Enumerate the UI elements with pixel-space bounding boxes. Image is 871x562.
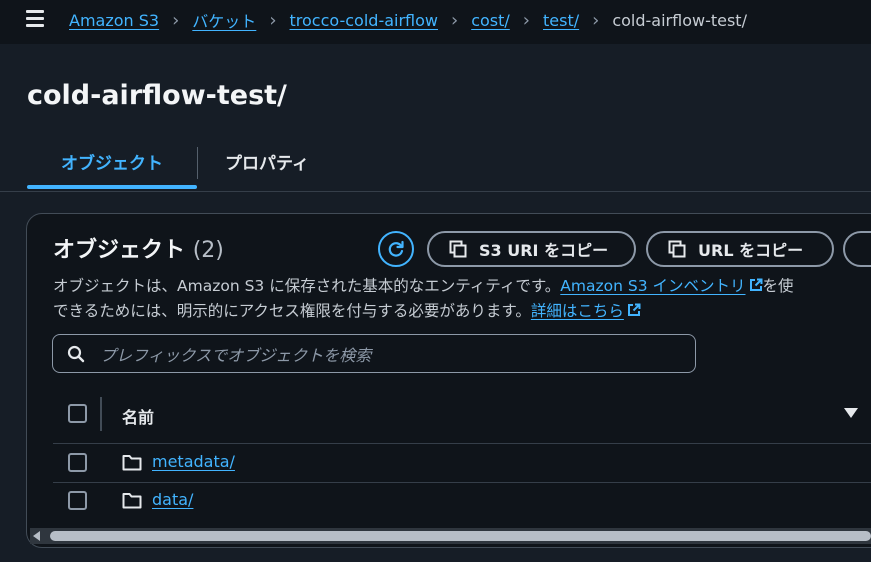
- breadcrumb-item-amazon-s3[interactable]: Amazon S3: [69, 11, 159, 30]
- menu-icon[interactable]: [26, 10, 44, 27]
- external-link-icon: [749, 278, 762, 291]
- row-divider: [53, 443, 871, 444]
- chevron-right-icon: ›: [269, 9, 277, 31]
- object-link-metadata[interactable]: metadata/: [152, 452, 235, 471]
- tab-bar: オブジェクト プロパティ: [27, 145, 871, 191]
- column-header-name[interactable]: 名前: [122, 404, 154, 428]
- row-checkbox[interactable]: [68, 491, 87, 510]
- copy-s3-uri-label: S3 URI をコピー: [479, 241, 609, 260]
- more-actions-button[interactable]: [843, 231, 871, 267]
- learn-more-label: 詳細はこちら: [530, 302, 624, 320]
- description-line2: できるためには、明示的にアクセス権限を付与する必要があります。: [53, 302, 531, 320]
- objects-panel-title: オブジェクト (2): [53, 232, 224, 264]
- tab-underline: [0, 191, 871, 192]
- select-all-checkbox[interactable]: [68, 404, 87, 423]
- sort-down-icon[interactable]: [844, 408, 858, 418]
- description-line1: オブジェクトは、Amazon S3 に保存された基本的なエンティティです。: [53, 277, 561, 295]
- objects-description: オブジェクトは、Amazon S3 に保存された基本的なエンティティです。Ama…: [53, 274, 794, 324]
- breadcrumb-item-buckets[interactable]: バケット: [192, 8, 256, 32]
- scrollbar-thumb[interactable]: [50, 531, 871, 541]
- folder-icon: [122, 493, 142, 509]
- chevron-right-icon: ›: [522, 9, 530, 31]
- row-checkbox[interactable]: [68, 453, 87, 472]
- copy-url-button[interactable]: URL をコピー: [646, 231, 834, 267]
- breadcrumb-item-test[interactable]: test/: [543, 11, 579, 30]
- external-link-icon: [627, 303, 641, 316]
- refresh-icon: [388, 240, 404, 257]
- page-title: cold-airflow-test/: [27, 80, 287, 111]
- refresh-button[interactable]: [378, 231, 414, 267]
- description-line1-suffix: を使: [762, 277, 794, 295]
- breadcrumb: Amazon S3 › バケット › trocco-cold-airflow ›…: [69, 8, 747, 32]
- breadcrumb-current: cold-airflow-test/: [612, 10, 747, 30]
- search-icon: [67, 345, 85, 363]
- inventory-link-label: Amazon S3 インベントリ: [560, 277, 746, 295]
- search-input[interactable]: [98, 340, 692, 370]
- row-divider: [53, 482, 871, 483]
- copy-icon: [668, 240, 686, 258]
- copy-icon: [449, 240, 467, 258]
- chevron-right-icon: ›: [592, 9, 600, 31]
- tab-objects[interactable]: オブジェクト: [27, 145, 197, 189]
- copy-url-label: URL をコピー: [698, 241, 804, 260]
- chevron-right-icon: ›: [172, 9, 180, 31]
- objects-count: (2): [192, 238, 224, 263]
- folder-icon: [122, 455, 142, 471]
- chevron-right-icon: ›: [451, 9, 459, 31]
- objects-title: オブジェクト: [53, 238, 186, 263]
- learn-more-link[interactable]: 詳細はこちら: [531, 302, 641, 320]
- tab-properties[interactable]: プロパティ: [225, 145, 309, 189]
- tab-divider: [197, 147, 198, 179]
- breadcrumb-item-bucket[interactable]: trocco-cold-airflow: [290, 11, 438, 30]
- inventory-link[interactable]: Amazon S3 インベントリ: [560, 277, 762, 295]
- breadcrumb-item-cost[interactable]: cost/: [471, 11, 510, 30]
- object-link-data[interactable]: data/: [152, 490, 193, 509]
- copy-s3-uri-button[interactable]: S3 URI をコピー: [427, 231, 636, 267]
- header-divider: [100, 397, 102, 431]
- scroll-left-icon[interactable]: [33, 531, 40, 541]
